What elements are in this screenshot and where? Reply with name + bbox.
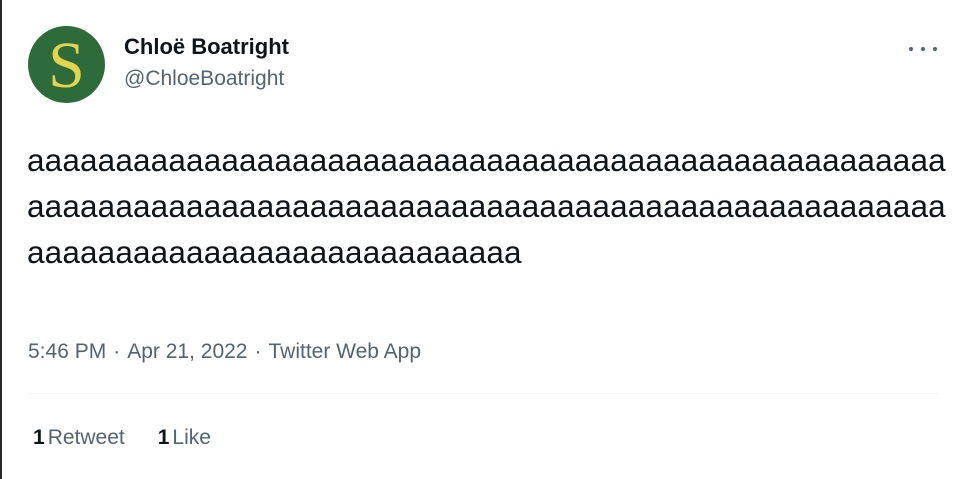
- more-dot: [909, 47, 913, 51]
- user-handle[interactable]: @ChloeBoatright: [124, 66, 284, 92]
- divider: [28, 393, 938, 394]
- retweets-stat[interactable]: 1 Retweet: [33, 425, 125, 451]
- likes-label: Like: [172, 426, 211, 449]
- likes-count: 1: [157, 426, 170, 449]
- avatar[interactable]: S: [28, 26, 105, 103]
- tweet-meta: 5:46 PM · Apr 21, 2022 · Twitter Web App: [28, 339, 421, 365]
- tweet-text: aaaaaaaaaaaaaaaaaaaaaaaaaaaaaaaaaaaaaaaa…: [27, 142, 946, 270]
- meta-separator: ·: [254, 340, 262, 363]
- tweet-source[interactable]: Twitter Web App: [268, 340, 421, 363]
- tweet-stats: 1 Retweet 1 Like: [33, 425, 211, 451]
- more-options-icon[interactable]: [909, 44, 937, 54]
- meta-separator: ·: [113, 340, 121, 363]
- retweets-label: Retweet: [47, 426, 125, 449]
- more-dot: [921, 47, 925, 51]
- avatar-letter: S: [48, 28, 85, 102]
- retweets-count: 1: [33, 426, 45, 449]
- left-border: [0, 0, 2, 479]
- likes-stat[interactable]: 1 Like: [158, 425, 211, 451]
- display-name[interactable]: Chloë Boatright: [124, 34, 289, 60]
- tweet-date[interactable]: Apr 21, 2022: [127, 340, 247, 363]
- more-dot: [933, 47, 937, 51]
- tweet-time[interactable]: 5:46 PM: [28, 340, 106, 363]
